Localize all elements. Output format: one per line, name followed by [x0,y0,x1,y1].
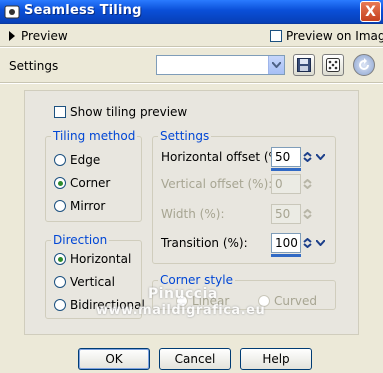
preset-combo[interactable] [156,55,285,75]
preview-on-image-label: Preview on Image [286,29,383,43]
spin-toggle-icon [301,174,314,194]
app-icon [4,4,20,20]
radio-horizontal-circle[interactable] [54,253,66,265]
dice-icon [326,58,340,72]
transition-label: Transition (%): [161,236,248,250]
horizontal-offset-input[interactable]: 50 [271,147,301,167]
floppy-disk-icon [297,58,311,72]
selected-dot [57,256,63,262]
radio-bidirectional-circle[interactable] [54,299,66,311]
width-spinner: 50 [271,204,327,224]
width-label: Width (%): [161,207,225,221]
settings-group-title: Settings [158,129,212,143]
preview-on-image-checkbox[interactable]: Preview on Image [270,29,383,43]
corner-style-title: Corner style [158,273,235,287]
chevron-down-icon[interactable] [314,233,327,253]
randomize-button[interactable] [322,54,344,76]
watermark-name: Pinuccia [148,286,218,302]
show-tiling-preview-checkbox[interactable]: Show tiling preview [54,105,187,119]
radio-curved: Curved [258,294,317,308]
title-bar: Seamless Tiling X [0,0,383,24]
separator [0,47,383,48]
ok-button[interactable]: OK [78,348,150,370]
vertical-offset-label: Vertical offset (%): [161,177,273,191]
spin-toggle-icon[interactable] [301,233,314,253]
radio-corner-label: Corner [70,176,111,190]
show-tiling-preview-box[interactable] [54,106,66,118]
radio-vertical-label: Vertical [70,275,115,289]
radio-edge-circle[interactable] [54,154,66,166]
width-input: 50 [271,204,301,224]
radio-mirror[interactable]: Mirror [54,199,105,213]
window-title: Seamless Tiling [24,3,142,18]
transition-slider[interactable] [271,254,301,257]
radio-corner-circle[interactable] [54,177,66,189]
preview-toggle[interactable]: Preview [9,29,68,43]
settings-label: Settings [9,59,59,73]
vertical-offset-spinner: 0 [271,174,327,194]
preview-label: Preview [21,29,68,43]
show-tiling-preview-label: Show tiling preview [70,105,188,119]
spin-arrows [301,204,327,224]
radio-edge[interactable]: Edge [54,153,100,167]
radio-mirror-label: Mirror [70,199,106,213]
radio-horizontal[interactable]: Horizontal [54,252,131,266]
horizontal-offset-slider[interactable] [271,168,301,171]
save-preset-button[interactable] [293,54,315,76]
radio-corner[interactable]: Corner [54,176,110,190]
radio-vertical[interactable]: Vertical [54,275,115,289]
spin-arrows [301,147,327,167]
spin-arrows [301,174,327,194]
watermark-url: www.maildigrafica.eu [96,303,266,318]
vertical-offset-input: 0 [271,174,301,194]
radio-edge-label: Edge [70,153,101,167]
spin-arrows [301,233,327,253]
preview-on-image-box[interactable] [270,30,282,42]
chevron-down-icon[interactable] [268,56,284,74]
transition-spinner[interactable]: 100 [271,233,327,257]
radio-curved-label: Curved [274,294,318,308]
radio-horizontal-label: Horizontal [70,252,132,266]
cancel-button[interactable]: Cancel [159,348,231,370]
spin-toggle-icon[interactable] [301,147,314,167]
selected-dot [57,180,63,186]
horizontal-offset-label: Horizontal offset (%): [161,150,289,164]
radio-mirror-circle[interactable] [54,200,66,212]
spin-toggle-icon [301,204,314,224]
transition-input[interactable]: 100 [271,233,301,253]
tiling-method-title: Tiling method [51,129,138,143]
close-button[interactable]: X [360,1,381,22]
separator [0,83,383,84]
radio-vertical-circle[interactable] [54,276,66,288]
reset-button[interactable] [353,54,375,76]
help-button[interactable]: Help [240,348,312,370]
reset-arrow-icon [359,58,369,70]
direction-title: Direction [51,233,110,247]
horizontal-offset-spinner[interactable]: 50 [271,147,327,171]
expand-triangle-icon [9,31,15,41]
chevron-down-icon[interactable] [314,147,327,167]
